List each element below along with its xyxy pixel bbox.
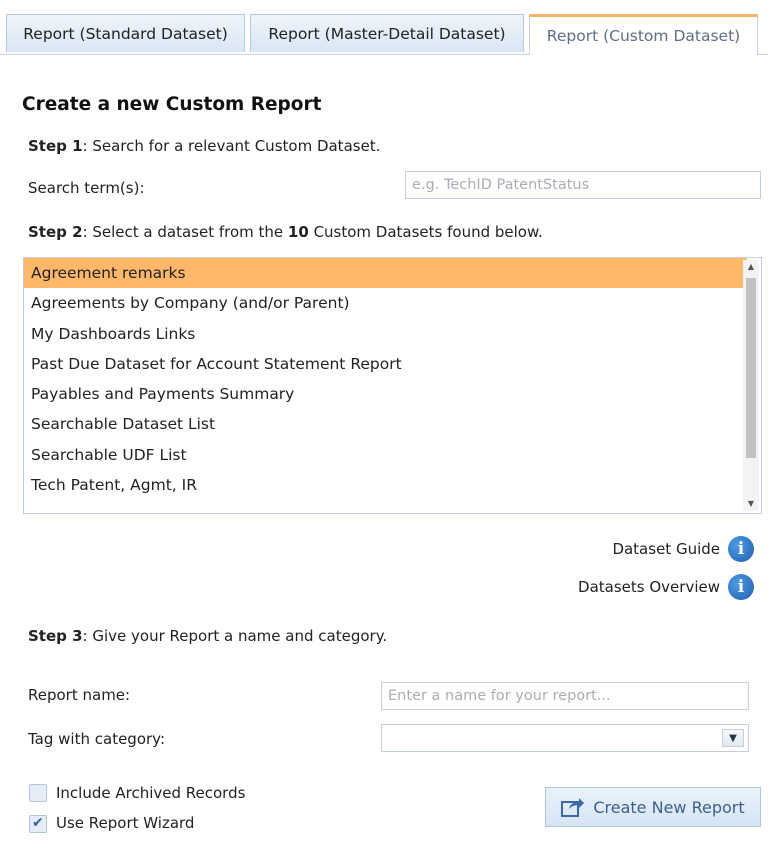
tab-custom-dataset[interactable]: Report (Custom Dataset) [529, 14, 758, 55]
create-report-label: Create New Report [593, 797, 745, 817]
list-item[interactable]: Agreement remarks [24, 258, 747, 289]
dataset-list-items: Agreement remarks Agreements by Company (… [24, 258, 761, 500]
scroll-thumb[interactable] [746, 278, 756, 458]
step2-label: Step 2 [28, 223, 83, 241]
list-item[interactable]: Agreements by Company (and/or Parent) [24, 288, 747, 318]
category-select[interactable]: ▼ [381, 724, 749, 752]
step2-text-b: Custom Datasets found below. [308, 223, 543, 241]
use-wizard-label[interactable]: Use Report Wizard [56, 814, 194, 832]
tab-bar: Report (Standard Dataset) Report (Master… [0, 0, 768, 55]
category-label: Tag with category: [28, 730, 166, 748]
step3-label: Step 3 [28, 627, 83, 645]
step2-instruction: Step 2: Select a dataset from the 10 Cus… [28, 223, 543, 241]
datasets-overview-label: Datasets Overview [578, 578, 720, 596]
chevron-down-icon[interactable]: ▼ [722, 729, 744, 747]
list-item[interactable]: Searchable UDF List [24, 440, 747, 470]
step1-instruction: Step 1: Search for a relevant Custom Dat… [28, 137, 380, 155]
dataset-guide-label: Dataset Guide [612, 540, 720, 558]
list-item[interactable]: Tech Patent, Agmt, IR [24, 470, 747, 500]
datasets-overview-link[interactable]: Datasets Overview i [578, 574, 754, 600]
dataset-count: 10 [287, 223, 309, 241]
step2-text-a: : Select a dataset from the [82, 223, 288, 241]
list-item[interactable]: Past Due Dataset for Account Statement R… [24, 349, 747, 379]
step1-label: Step 1 [28, 137, 83, 155]
include-archived-checkbox[interactable] [29, 784, 47, 802]
tab-standard-dataset[interactable]: Report (Standard Dataset) [6, 14, 245, 52]
tab-master-detail-dataset[interactable]: Report (Master-Detail Dataset) [250, 14, 524, 52]
create-report-button[interactable]: Create New Report [545, 787, 761, 827]
step3-instruction: Step 3: Give your Report a name and cate… [28, 627, 387, 645]
scroll-up-icon[interactable]: ▲ [743, 260, 759, 274]
step1-text: : Search for a relevant Custom Dataset. [82, 137, 381, 155]
info-icon[interactable]: i [728, 574, 754, 600]
report-name-label: Report name: [28, 686, 131, 704]
info-icon[interactable]: i [728, 536, 754, 562]
report-name-input[interactable] [381, 682, 749, 710]
search-label: Search term(s): [28, 179, 145, 197]
include-archived-label[interactable]: Include Archived Records [56, 784, 245, 802]
step3-text: : Give your Report a name and category. [82, 627, 388, 645]
search-input[interactable] [405, 171, 761, 199]
dataset-list[interactable]: Agreement remarks Agreements by Company (… [23, 257, 762, 514]
list-item[interactable]: Payables and Payments Summary [24, 379, 747, 409]
page-title: Create a new Custom Report [22, 94, 322, 115]
share-icon [561, 798, 585, 817]
dataset-guide-link[interactable]: Dataset Guide i [612, 536, 754, 562]
use-wizard-checkbox[interactable]: ✔ [29, 815, 47, 833]
list-scrollbar[interactable]: ▲ ▼ [743, 260, 759, 511]
scroll-down-icon[interactable]: ▼ [743, 497, 759, 511]
list-item[interactable]: Searchable Dataset List [24, 409, 747, 439]
list-item[interactable]: My Dashboards Links [24, 319, 747, 349]
checkmark-icon: ✔ [32, 815, 44, 831]
